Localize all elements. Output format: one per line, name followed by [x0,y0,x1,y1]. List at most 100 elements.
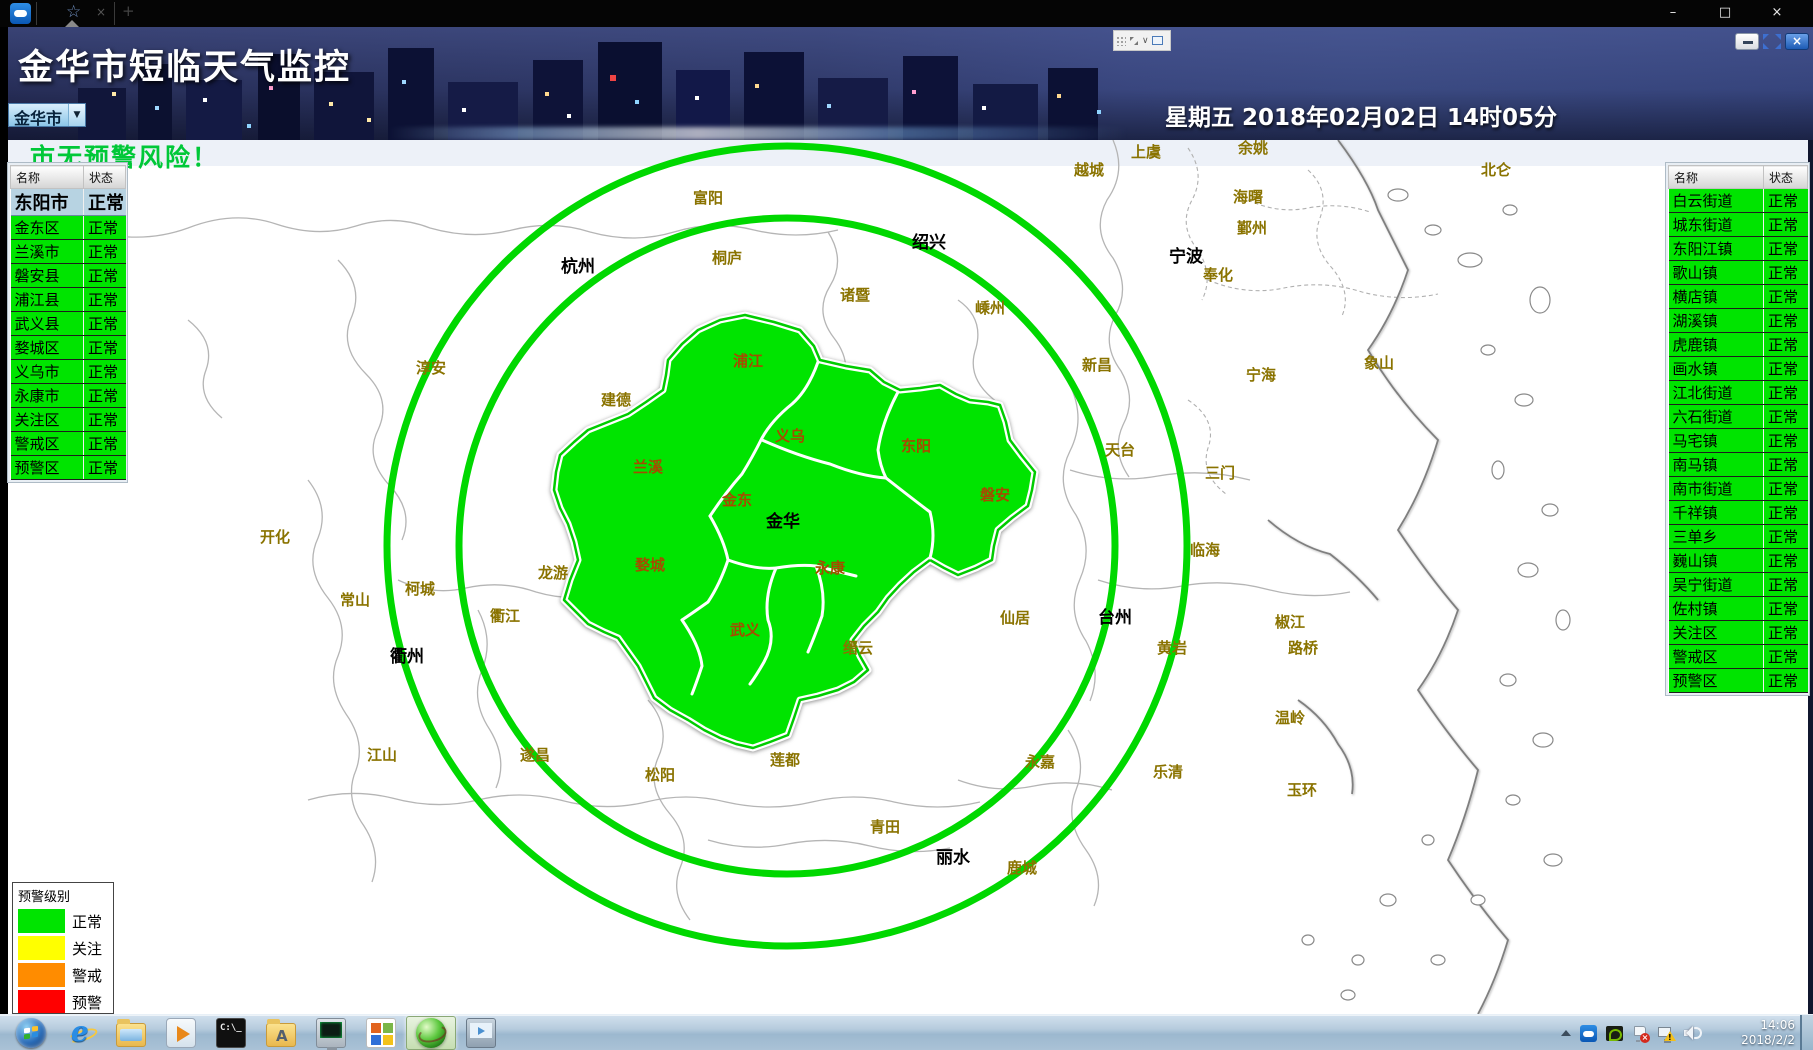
table-row[interactable]: 南马镇正常 [1669,453,1808,477]
table-row[interactable]: 金东区正常 [11,216,126,240]
status-cell[interactable]: 正常 [1764,213,1808,237]
city-selector-dropdown[interactable]: 金华市 ▼ [8,103,86,127]
table-row[interactable]: 浦江县正常 [11,288,126,312]
app-minimize-button[interactable] [1735,33,1759,50]
status-cell[interactable]: 正常 [1764,237,1808,261]
table-row[interactable]: 湖溪镇正常 [1669,309,1808,333]
name-cell[interactable]: 马宅镇 [1669,429,1764,453]
table-row[interactable]: 江北街道正常 [1669,381,1808,405]
table-row[interactable]: 吴宁街道正常 [1669,573,1808,597]
status-cell[interactable]: 正常 [1764,525,1808,549]
table-row[interactable]: 东阳江镇正常 [1669,237,1808,261]
name-cell[interactable]: 横店镇 [1669,285,1764,309]
status-cell[interactable]: 正常 [1764,357,1808,381]
map-canvas[interactable]: 富阳杭州桐庐绍兴越城上虞余姚海曙鄞州北仑宁波奉化诸暨嵊州新昌宁海象山淳安建德浦江… [8,140,1813,1014]
favorite-star-icon[interactable]: ☆ [66,2,81,22]
nvidia-icon[interactable] [1606,1026,1623,1041]
status-cell[interactable]: 正常 [1764,309,1808,333]
column-header-status[interactable]: 状态 [84,166,126,189]
name-cell[interactable]: 江北街道 [1669,381,1764,405]
new-tab-icon[interactable]: + [122,2,135,20]
chevron-down-icon[interactable]: ∨ [1142,36,1149,46]
grid-icon[interactable] [1116,36,1126,46]
status-cell[interactable]: 正常 [84,336,126,360]
status-cell[interactable]: 正常 [84,216,126,240]
table-row[interactable]: 画水镇正常 [1669,357,1808,381]
taskbar-item-explorer[interactable] [106,1016,156,1050]
status-cell[interactable]: 正常 [84,189,126,216]
taskbar-item-remote-monitor[interactable] [306,1016,356,1050]
status-cell[interactable]: 正常 [84,432,126,456]
teamviewer-icon[interactable] [10,3,31,24]
name-cell[interactable]: 兰溪市 [11,240,84,264]
status-cell[interactable]: 正常 [84,360,126,384]
table-row[interactable]: 永康市正常 [11,384,126,408]
taskbar-item-ie[interactable] [56,1016,106,1050]
table-row[interactable]: 虎鹿镇正常 [1669,333,1808,357]
table-row[interactable]: 三单乡正常 [1669,525,1808,549]
taskbar-item-media-player[interactable] [156,1016,206,1050]
table-row[interactable]: 歌山镇正常 [1669,261,1808,285]
tray-clock[interactable]: 14:06 2018/2/2 [1715,1018,1795,1048]
show-desktop-button[interactable] [1800,1015,1813,1050]
status-cell[interactable]: 正常 [1764,333,1808,357]
table-row[interactable]: 婺城区正常 [11,336,126,360]
taskbar-item-cmd[interactable] [206,1016,256,1050]
status-cell[interactable]: 正常 [1764,453,1808,477]
name-cell[interactable]: 婺城区 [11,336,84,360]
name-cell[interactable]: 关注区 [1669,621,1764,645]
taskbar-item-dev-folder[interactable] [256,1016,306,1050]
taskbar-item-media-display[interactable] [456,1016,506,1050]
status-cell[interactable]: 正常 [84,312,126,336]
status-cell[interactable]: 正常 [1764,405,1808,429]
name-cell[interactable]: 永康市 [11,384,84,408]
status-cell[interactable]: 正常 [1764,261,1808,285]
status-cell[interactable]: 正常 [1764,573,1808,597]
name-cell[interactable]: 歌山镇 [1669,261,1764,285]
table-row[interactable]: 兰溪市正常 [11,240,126,264]
name-cell[interactable]: 东阳江镇 [1669,237,1764,261]
name-cell[interactable]: 磐安县 [11,264,84,288]
status-cell[interactable]: 正常 [1764,669,1808,693]
status-cell[interactable]: 正常 [84,264,126,288]
name-cell[interactable]: 虎鹿镇 [1669,333,1764,357]
window-minimize-button[interactable]: – [1650,0,1696,26]
status-cell[interactable]: 正常 [84,384,126,408]
table-row[interactable]: 佐村镇正常 [1669,597,1808,621]
network-icon[interactable] [1657,1025,1675,1041]
status-cell[interactable]: 正常 [1764,549,1808,573]
column-header-status[interactable]: 状态 [1764,166,1808,189]
taskbar-item-colors-app[interactable] [356,1016,406,1050]
name-cell[interactable]: 城东街道 [1669,213,1764,237]
name-cell[interactable]: 浦江县 [11,288,84,312]
tab-close-icon[interactable]: × [96,5,106,19]
status-cell[interactable]: 正常 [1764,381,1808,405]
window-close-button[interactable]: × [1754,0,1800,26]
monitor-icon[interactable] [1152,36,1163,45]
status-cell[interactable]: 正常 [84,288,126,312]
app-fullscreen-button[interactable] [1762,33,1782,50]
teamviewer-icon[interactable] [1580,1025,1597,1042]
name-cell[interactable]: 关注区 [11,408,84,432]
app-close-button[interactable]: × [1785,33,1809,50]
name-cell[interactable]: 佐村镇 [1669,597,1764,621]
table-row[interactable]: 城东街道正常 [1669,213,1808,237]
volume-icon[interactable] [1684,1025,1701,1041]
table-row[interactable]: 白云街道正常 [1669,189,1808,213]
status-cell[interactable]: 正常 [84,456,126,480]
table-row[interactable]: 警戒区正常 [11,432,126,456]
name-cell[interactable]: 警戒区 [1669,645,1764,669]
table-row[interactable]: 预警区正常 [1669,669,1808,693]
status-cell[interactable]: 正常 [1764,477,1808,501]
table-row[interactable]: 预警区正常 [11,456,126,480]
status-cell[interactable]: 正常 [1764,501,1808,525]
table-row[interactable]: 义乌市正常 [11,360,126,384]
taskbar-item-start[interactable] [6,1016,56,1050]
hidden-icons-icon[interactable] [1561,1030,1571,1036]
name-cell[interactable]: 预警区 [1669,669,1764,693]
table-row[interactable]: 关注区正常 [1669,621,1808,645]
table-row[interactable]: 六石街道正常 [1669,405,1808,429]
name-cell[interactable]: 武义县 [11,312,84,336]
name-cell[interactable]: 南市街道 [1669,477,1764,501]
name-cell[interactable]: 三单乡 [1669,525,1764,549]
